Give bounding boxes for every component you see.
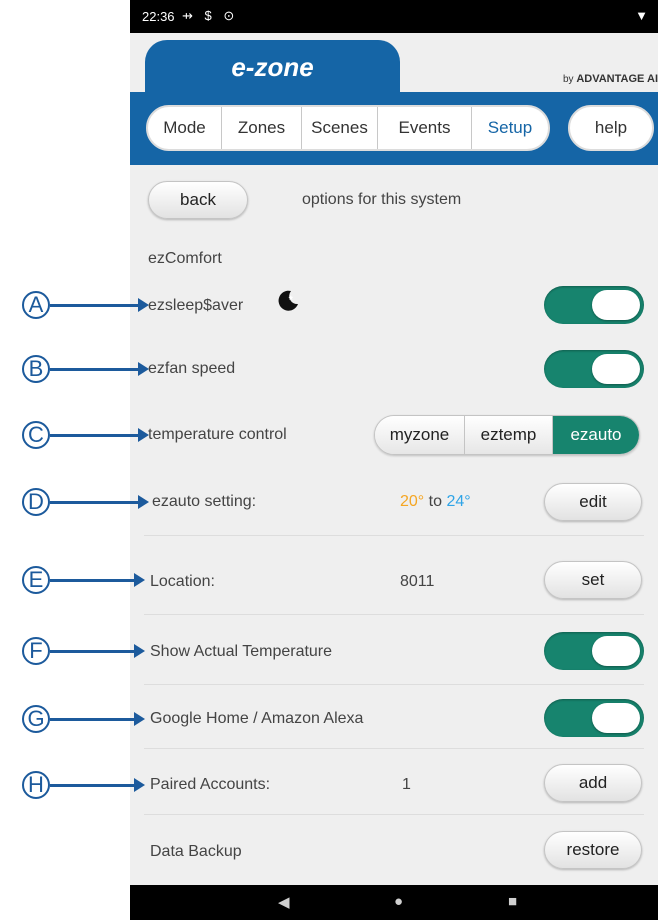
- callout-arrow: [50, 298, 149, 312]
- callout-d: D: [22, 488, 50, 516]
- toggle-knob: [592, 703, 640, 733]
- callout-g: G: [22, 705, 50, 733]
- google-alexa-toggle[interactable]: [544, 699, 644, 737]
- option-ezauto[interactable]: ezauto: [553, 416, 639, 454]
- divider: [144, 748, 644, 749]
- location-label: Location:: [150, 573, 215, 590]
- callout-arrow: [50, 712, 145, 726]
- callout-f: F: [22, 637, 50, 665]
- temperature-control-selector: myzone eztemp ezauto: [374, 415, 640, 455]
- add-account-button[interactable]: add: [544, 764, 642, 802]
- callout-arrow: [50, 362, 149, 376]
- show-actual-temperature-label: Show Actual Temperature: [150, 643, 333, 660]
- section-title: ezComfort: [148, 250, 222, 267]
- status-time: 22:36: [142, 9, 175, 24]
- byline-company: ADVANTAGE AI: [576, 73, 658, 85]
- range-to: to: [428, 493, 442, 510]
- data-backup-label: Data Backup: [150, 843, 242, 860]
- set-location-button[interactable]: set: [544, 561, 642, 599]
- status-bar: 22:36 ⇸ $ ⊙ ▼: [130, 0, 658, 33]
- show-actual-temperature-toggle[interactable]: [544, 632, 644, 670]
- fan-speed-label: ezfan speed: [148, 360, 236, 377]
- home-nav-icon[interactable]: ●: [394, 893, 403, 910]
- callout-a: A: [22, 291, 50, 319]
- nav-bar: Mode Zones Scenes Events Setup help: [130, 92, 658, 165]
- paired-accounts-label: Paired Accounts:: [150, 776, 271, 793]
- moon-icon: [278, 290, 298, 311]
- callout-arrow: [50, 428, 149, 442]
- edit-button[interactable]: edit: [544, 483, 642, 521]
- option-eztemp[interactable]: eztemp: [465, 416, 553, 454]
- tab-setup[interactable]: Setup: [472, 107, 548, 149]
- help-button[interactable]: help: [568, 105, 654, 151]
- page-subtitle: options for this system: [302, 191, 462, 208]
- callout-e: E: [22, 566, 50, 594]
- callout-arrow: [50, 573, 145, 587]
- signal-icon: ▼: [635, 8, 648, 23]
- toggle-knob: [592, 290, 640, 320]
- low-temp: 20°: [400, 493, 425, 510]
- app-logo: e-zone: [231, 52, 314, 82]
- fan-speed-toggle[interactable]: [544, 350, 644, 388]
- toggle-knob: [592, 354, 640, 384]
- temperature-range: 20° to 24°: [400, 493, 471, 511]
- divider: [144, 614, 644, 615]
- divider: [144, 535, 644, 536]
- callout-h: H: [22, 771, 50, 799]
- callout-arrow: [50, 644, 145, 658]
- location-value: 8011: [400, 573, 435, 590]
- restore-button[interactable]: restore: [544, 831, 642, 869]
- google-alexa-label: Google Home / Amazon Alexa: [150, 710, 364, 727]
- back-nav-icon[interactable]: ◀: [278, 893, 290, 911]
- divider: [144, 684, 644, 685]
- sleep-saver-label: ezsleep$aver: [148, 297, 244, 314]
- android-nav-bar: ◀ ● ■: [130, 885, 658, 920]
- status-icons: ⇸ $ ⊙: [182, 8, 239, 23]
- tab-zones[interactable]: Zones: [222, 107, 302, 149]
- option-myzone[interactable]: myzone: [375, 416, 465, 454]
- callout-b: B: [22, 355, 50, 383]
- recents-nav-icon[interactable]: ■: [508, 893, 517, 910]
- callout-arrow: [50, 495, 149, 509]
- paired-accounts-count: 1: [402, 776, 411, 793]
- tab-events[interactable]: Events: [378, 107, 472, 149]
- callout-c: C: [22, 421, 50, 449]
- app-screen: 22:36 ⇸ $ ⊙ ▼ e-zone by ADVANTAGE AI Mod…: [130, 0, 658, 920]
- toggle-knob: [592, 636, 640, 666]
- company-byline: by ADVANTAGE AI: [563, 73, 658, 85]
- sleep-saver-toggle[interactable]: [544, 286, 644, 324]
- callout-arrow: [50, 778, 145, 792]
- byline-prefix: by: [562, 74, 574, 85]
- tab-mode[interactable]: Mode: [148, 107, 222, 149]
- divider: [144, 814, 644, 815]
- temperature-control-label: temperature control: [148, 426, 287, 443]
- tab-scenes[interactable]: Scenes: [302, 107, 378, 149]
- high-temp: 24°: [446, 493, 471, 510]
- back-button[interactable]: back: [148, 181, 248, 219]
- ezauto-setting-label: ezauto setting:: [152, 493, 257, 510]
- nav-tabs: Mode Zones Scenes Events Setup: [146, 105, 550, 151]
